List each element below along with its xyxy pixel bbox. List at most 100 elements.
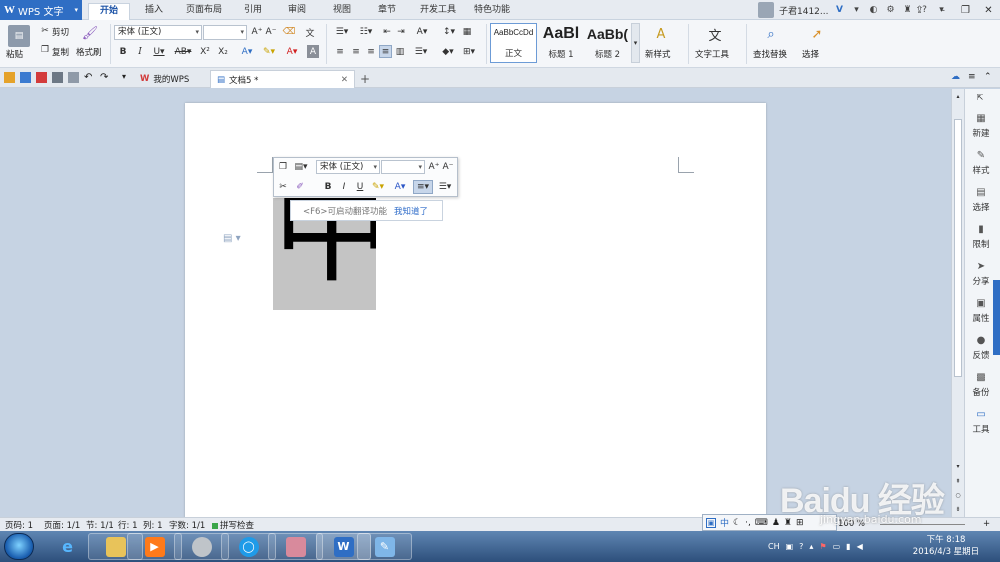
- underline-icon[interactable]: U: [354, 181, 366, 193]
- new-style-label[interactable]: 新样式: [645, 48, 671, 60]
- save-icon[interactable]: [20, 72, 31, 83]
- increase-indent-icon[interactable]: ⇥: [395, 26, 407, 38]
- font-name-select[interactable]: 宋体 (正文): [114, 25, 202, 40]
- vertical-scrollbar[interactable]: ▴ ▾ ⇞ ○ ⇟: [951, 89, 964, 517]
- bullets-icon[interactable]: ☰▾: [332, 26, 352, 38]
- text-tools-label[interactable]: 文字工具: [695, 48, 729, 60]
- decrease-indent-icon[interactable]: ⇤: [381, 26, 393, 38]
- tab-home[interactable]: 开始: [88, 3, 130, 20]
- sort-icon[interactable]: ↕▾: [440, 26, 458, 38]
- avatar[interactable]: [758, 2, 774, 18]
- align-right-icon[interactable]: ≡: [365, 45, 377, 58]
- browse-object-icon[interactable]: ○: [954, 491, 962, 499]
- underline-icon[interactable]: U▾: [151, 45, 167, 58]
- borders-icon[interactable]: ⊞▾: [460, 45, 478, 58]
- zoom-in-icon[interactable]: +: [983, 519, 990, 529]
- tab-document[interactable]: ▤ 文档5 * ✕: [210, 70, 355, 88]
- vip-icon[interactable]: V: [834, 4, 846, 16]
- format-painter-icon[interactable]: 🖌: [82, 25, 99, 41]
- style-heading-2[interactable]: AaBb( 标题 2: [585, 23, 630, 63]
- chevron-down-icon[interactable]: ▾: [851, 4, 863, 16]
- pane-backup[interactable]: ▩ 备份: [965, 372, 997, 398]
- pane-restrict[interactable]: ▮ 限制: [965, 224, 997, 250]
- print-icon[interactable]: [52, 72, 63, 83]
- font-color-icon[interactable]: A▾: [391, 181, 409, 193]
- paste-icon[interactable]: ▤: [8, 25, 30, 47]
- copy-label[interactable]: 复制: [52, 46, 69, 58]
- pane-styles[interactable]: ✎ 样式: [965, 150, 997, 176]
- select-cursor-icon[interactable]: ➚: [808, 25, 826, 43]
- prev-page-icon[interactable]: ⇞: [954, 477, 962, 485]
- bold-icon[interactable]: B: [322, 181, 334, 193]
- status-spell-check[interactable]: 拼写检查: [212, 519, 254, 531]
- shrink-font-icon[interactable]: A⁻: [265, 26, 277, 38]
- scroll-down-icon[interactable]: ▾: [954, 462, 962, 470]
- format-painter-label[interactable]: 格式刷: [76, 46, 102, 58]
- status-word-count[interactable]: 字数: 1/1: [169, 519, 205, 531]
- page-view-icon[interactable]: ▣: [706, 517, 716, 528]
- grow-font-icon[interactable]: A⁺: [251, 26, 263, 38]
- ime-indicator[interactable]: 中: [720, 516, 729, 529]
- scroll-up-icon[interactable]: ▴: [954, 92, 962, 100]
- taskbar-paint[interactable]: ✎: [357, 533, 412, 560]
- shading-icon[interactable]: ◆▾: [439, 45, 457, 58]
- superscript-icon[interactable]: X²: [199, 45, 211, 58]
- zoom-slider[interactable]: [880, 524, 965, 525]
- taskbar-photo[interactable]: [268, 533, 323, 560]
- tab-view[interactable]: 视图: [327, 3, 357, 20]
- punctuation-icon[interactable]: ·,: [745, 518, 751, 528]
- cloud-icon[interactable]: ☁: [951, 72, 962, 83]
- bold-icon[interactable]: B: [117, 45, 129, 58]
- table-icon[interactable]: ▦: [461, 26, 473, 38]
- paste-label[interactable]: 粘贴: [6, 48, 23, 60]
- taskbar-ie[interactable]: e: [40, 533, 95, 560]
- strikethrough-icon[interactable]: AB▾: [172, 45, 194, 58]
- tab-chapter[interactable]: 章节: [372, 3, 402, 20]
- styles-scroll-icon[interactable]: ▾: [631, 23, 640, 63]
- clear-format-icon[interactable]: ⌫: [283, 26, 296, 38]
- cut-label[interactable]: 剪切: [52, 26, 69, 38]
- close-icon[interactable]: ✕: [341, 75, 348, 85]
- scroll-thumb[interactable]: [954, 119, 962, 377]
- volume-icon[interactable]: ◀: [857, 542, 863, 551]
- grid-icon[interactable]: ⊞: [796, 518, 804, 528]
- line-spacing-icon[interactable]: ☰▾: [436, 181, 454, 193]
- grow-font-icon[interactable]: A⁺: [428, 161, 440, 173]
- status-pages[interactable]: 页面: 1/1: [44, 519, 80, 531]
- find-replace-label[interactable]: 查找替换: [753, 48, 787, 60]
- settings-icon[interactable]: ⚙: [885, 4, 897, 16]
- text-effect-icon[interactable]: A▾: [240, 45, 254, 58]
- new-style-icon[interactable]: A: [652, 25, 670, 43]
- tip-dismiss-link[interactable]: 我知道了: [394, 205, 428, 217]
- shirt-icon[interactable]: ♜: [784, 518, 792, 528]
- network-icon[interactable]: ▮: [846, 542, 850, 551]
- next-page-icon[interactable]: ⇟: [954, 505, 962, 513]
- open-icon[interactable]: [4, 72, 15, 83]
- user-icon[interactable]: ♟: [772, 518, 780, 528]
- highlight-icon[interactable]: ✎▾: [369, 181, 387, 193]
- menu-icon[interactable]: ≡: [968, 72, 979, 83]
- copy-icon[interactable]: ❐: [277, 161, 289, 173]
- tab-references[interactable]: 引用: [238, 3, 268, 20]
- find-replace-icon[interactable]: ⌕: [762, 25, 780, 43]
- tab-my-wps[interactable]: W 我的WPS: [134, 70, 195, 88]
- align-icon[interactable]: ≡▾: [413, 180, 433, 194]
- tab-features[interactable]: 特色功能: [468, 3, 516, 20]
- scissors-icon[interactable]: ✂: [39, 25, 51, 37]
- paste-icon[interactable]: ▤▾: [292, 161, 310, 173]
- italic-icon[interactable]: I: [338, 181, 350, 193]
- app-menu-button[interactable]: W WPS 文字 ▾: [0, 0, 82, 20]
- select-label[interactable]: 选择: [802, 48, 819, 60]
- phonetic-icon[interactable]: 文: [303, 26, 317, 39]
- justify-icon[interactable]: ≡: [379, 45, 392, 58]
- collapse-pane-icon[interactable]: ⇱: [975, 92, 985, 102]
- minimize-icon[interactable]: –: [931, 0, 954, 20]
- monitor-icon[interactable]: ▭: [833, 542, 841, 551]
- pane-select[interactable]: ▤ 选择: [965, 187, 997, 213]
- export-pdf-icon[interactable]: [36, 72, 47, 83]
- subscript-icon[interactable]: X₂: [217, 45, 229, 58]
- user-name[interactable]: 子君1412...: [779, 4, 829, 17]
- italic-icon[interactable]: I: [134, 45, 146, 58]
- ime-icon[interactable]: ▣: [786, 542, 794, 551]
- distribute-icon[interactable]: ▥: [394, 45, 406, 58]
